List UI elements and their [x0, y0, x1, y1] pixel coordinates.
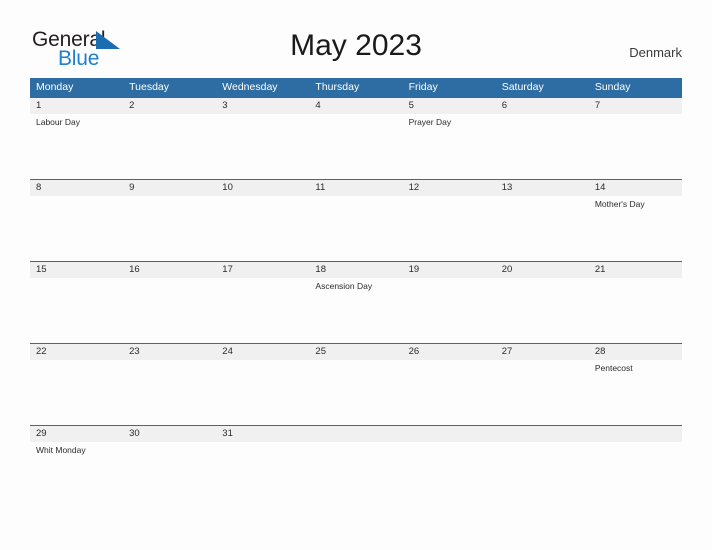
day-event — [216, 278, 309, 343]
day-event — [309, 114, 402, 179]
day-event — [123, 196, 216, 261]
day-number[interactable]: 16 — [123, 262, 216, 278]
day-event — [216, 360, 309, 425]
month-calendar: Monday Tuesday Wednesday Thursday Friday… — [30, 78, 682, 507]
day-number[interactable]: 14 — [589, 180, 682, 196]
day-number[interactable]: 17 — [216, 262, 309, 278]
weekday-header-tuesday: Tuesday — [129, 81, 170, 93]
day-number-empty — [309, 426, 402, 442]
week-row: 29 30 31 Whit Monday — [30, 425, 682, 507]
day-number[interactable]: 7 — [589, 98, 682, 114]
day-event — [403, 442, 496, 507]
day-number[interactable]: 28 — [589, 344, 682, 360]
weekday-header-sunday: Sunday — [594, 81, 631, 93]
day-event — [123, 114, 216, 179]
day-number[interactable]: 22 — [30, 344, 123, 360]
week-row: 15 16 17 18 19 20 21 Ascension Day — [30, 261, 682, 343]
day-number[interactable]: 27 — [496, 344, 589, 360]
day-number[interactable]: 20 — [496, 262, 589, 278]
day-number[interactable]: 26 — [403, 344, 496, 360]
day-event — [403, 278, 496, 343]
day-number[interactable]: 11 — [309, 180, 402, 196]
country-label: Denmark — [629, 45, 682, 60]
day-number[interactable]: 13 — [496, 180, 589, 196]
day-event: Prayer Day — [408, 117, 452, 127]
week-date-band: 1 2 3 4 5 6 7 — [30, 98, 682, 114]
week-event-band: Whit Monday — [30, 442, 682, 507]
day-number[interactable]: 23 — [123, 344, 216, 360]
day-event: Pentecost — [594, 363, 633, 373]
day-number[interactable]: 5 — [403, 98, 496, 114]
day-number[interactable]: 10 — [216, 180, 309, 196]
day-event — [496, 360, 589, 425]
week-event-band: Pentecost — [30, 360, 682, 425]
day-event: Mother's Day — [594, 199, 645, 209]
day-event — [309, 196, 402, 261]
day-event — [30, 360, 123, 425]
day-event — [123, 442, 216, 507]
day-event — [403, 360, 496, 425]
day-event — [589, 278, 682, 343]
day-number-empty — [403, 426, 496, 442]
day-number[interactable]: 9 — [123, 180, 216, 196]
day-event — [30, 278, 123, 343]
day-event: Whit Monday — [36, 445, 86, 455]
day-number[interactable]: 2 — [123, 98, 216, 114]
day-number[interactable]: 4 — [309, 98, 402, 114]
day-event — [589, 442, 682, 507]
day-number[interactable]: 30 — [123, 426, 216, 442]
day-event — [589, 114, 682, 179]
day-number[interactable]: 15 — [30, 262, 123, 278]
day-number[interactable]: 19 — [403, 262, 496, 278]
day-event — [496, 278, 589, 343]
calendar-page: General Blue May 2023 Denmark Monday Tue… — [0, 0, 712, 550]
day-event — [216, 114, 309, 179]
day-number-empty — [496, 426, 589, 442]
day-number[interactable]: 29 — [30, 426, 123, 442]
week-row: 1 2 3 4 5 6 7 Labour Day Prayer Day — [30, 97, 682, 179]
day-event — [496, 442, 589, 507]
day-event — [216, 442, 309, 507]
page-title: May 2023 — [290, 29, 422, 62]
day-number[interactable]: 12 — [403, 180, 496, 196]
day-number[interactable]: 31 — [216, 426, 309, 442]
day-number[interactable]: 3 — [216, 98, 309, 114]
day-event — [309, 442, 402, 507]
weekday-header-row: Monday Tuesday Wednesday Thursday Friday… — [30, 78, 682, 97]
day-number[interactable]: 21 — [589, 262, 682, 278]
week-event-band: Mother's Day — [30, 196, 682, 261]
day-number[interactable]: 6 — [496, 98, 589, 114]
day-event: Ascension Day — [315, 281, 373, 291]
weekday-header-monday: Monday — [36, 81, 74, 93]
week-row: 8 9 10 11 12 13 14 Mother's Day — [30, 179, 682, 261]
day-number[interactable]: 18 — [309, 262, 402, 278]
page-header: General Blue May 2023 Denmark — [0, 0, 712, 78]
week-event-band: Labour Day Prayer Day — [30, 114, 682, 179]
week-event-band: Ascension Day — [30, 278, 682, 343]
day-event — [403, 196, 496, 261]
week-row: 22 23 24 25 26 27 28 Pentecost — [30, 343, 682, 425]
day-number[interactable]: 25 — [309, 344, 402, 360]
day-event — [123, 360, 216, 425]
day-number[interactable]: 1 — [30, 98, 123, 114]
day-event — [496, 196, 589, 261]
day-event — [216, 196, 309, 261]
week-date-band: 22 23 24 25 26 27 28 — [30, 344, 682, 360]
weekday-header-thursday: Thursday — [315, 81, 360, 93]
weekday-header-wednesday: Wednesday — [222, 81, 278, 93]
day-event: Labour Day — [36, 117, 80, 127]
week-date-band: 15 16 17 18 19 20 21 — [30, 262, 682, 278]
day-number[interactable]: 8 — [30, 180, 123, 196]
day-event — [496, 114, 589, 179]
weekday-header-friday: Friday — [408, 81, 438, 93]
day-number-empty — [589, 426, 682, 442]
week-date-band: 8 9 10 11 12 13 14 — [30, 180, 682, 196]
day-event — [123, 278, 216, 343]
week-date-band: 29 30 31 — [30, 426, 682, 442]
day-event — [30, 196, 123, 261]
day-event — [309, 360, 402, 425]
weekday-header-saturday: Saturday — [501, 81, 544, 93]
day-number[interactable]: 24 — [216, 344, 309, 360]
